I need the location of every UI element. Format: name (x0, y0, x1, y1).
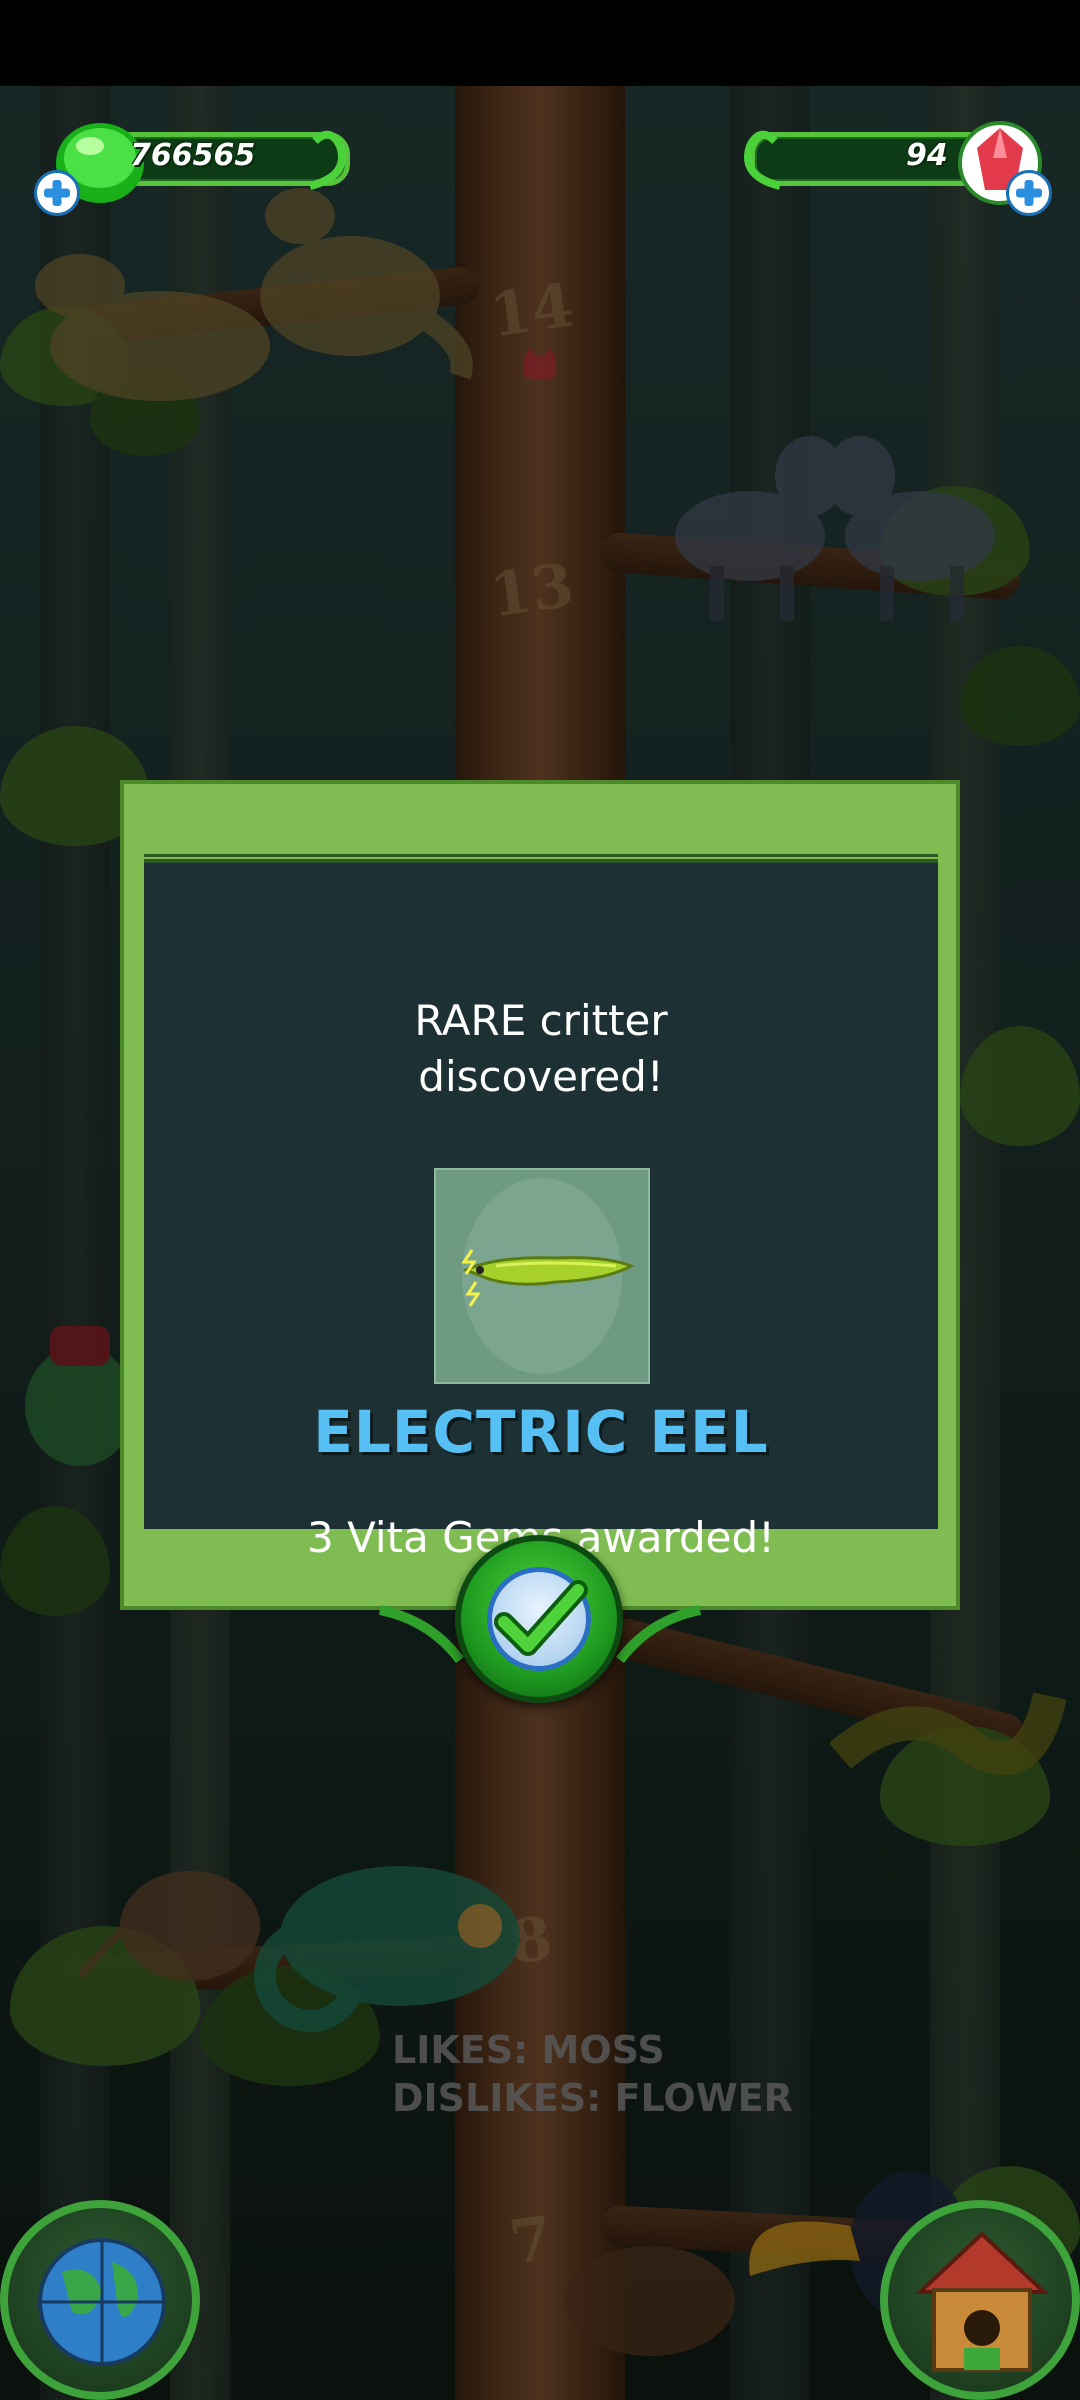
critter-name: ELECTRIC EEL (313, 1398, 769, 1466)
dialog-title-line: RARE critter (414, 996, 668, 1045)
dialog-divider (144, 854, 938, 857)
gems-counter: 94 (730, 118, 1060, 218)
status-bar (0, 0, 1080, 86)
confirm-button-inner (487, 1567, 591, 1671)
critter-discovered-dialog: RARE critter discovered! ELECTRIC EEL 3 … (120, 780, 960, 1610)
add-gems-button[interactable] (1006, 170, 1052, 216)
add-currency-button[interactable] (34, 170, 80, 216)
electric-eel-icon (461, 1178, 635, 1374)
critter-image-frame (434, 1168, 650, 1384)
currency-value: 766565 (130, 138, 256, 173)
dialog-title-line: discovered! (418, 1052, 664, 1101)
gems-value: 94 (906, 138, 948, 173)
dialog-panel: RARE critter discovered! ELECTRIC EEL 3 … (144, 859, 938, 1562)
vine-swirl-icon (744, 130, 782, 190)
confirm-button[interactable] (455, 1535, 623, 1703)
critter-house-button[interactable] (880, 2200, 1080, 2400)
checkmark-icon (494, 1580, 588, 1656)
dialog-title: RARE critter discovered! (144, 993, 938, 1105)
globe-icon (38, 2238, 166, 2366)
birdhouse-icon (914, 2231, 1050, 2372)
currency-counter: 766565 (30, 118, 360, 218)
world-map-button[interactable] (0, 2200, 200, 2400)
vine-swirl-icon (308, 130, 346, 190)
